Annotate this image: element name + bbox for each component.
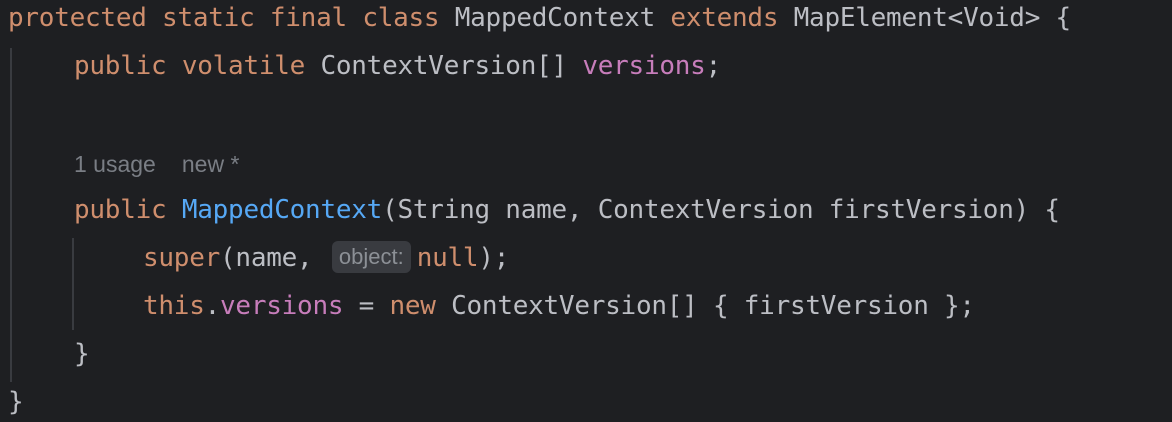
keyword-final: final: [269, 3, 347, 33]
indent-guide-outer: [10, 48, 12, 382]
keyword-extends: extends: [670, 3, 779, 33]
field-name: versions: [582, 51, 706, 81]
code-line-constructor-declaration[interactable]: public MappedContext(String name, Contex…: [74, 190, 1060, 230]
keyword-super: super: [143, 243, 221, 273]
code-line-class-close[interactable]: }: [8, 382, 24, 422]
code-line-field-declaration[interactable]: public volatile ContextVersion[] version…: [74, 46, 721, 86]
keyword-new: new: [389, 291, 436, 321]
keyword-volatile: volatile: [181, 51, 306, 81]
super-args-end: );: [478, 243, 510, 273]
array-initializer: ContextVersion[] { firstVersion };: [435, 291, 975, 321]
field-reference: versions: [220, 291, 344, 321]
close-brace: }: [8, 387, 24, 417]
keyword-class: class: [362, 3, 440, 33]
code-line-super-call[interactable]: super(name, object: null);: [143, 238, 509, 278]
keyword-protected: protected: [8, 3, 147, 33]
usages-hint[interactable]: 1 usage: [74, 151, 156, 177]
keyword-this: this: [143, 291, 205, 321]
constructor-name: MappedContext: [181, 195, 383, 225]
constructor-params: (String name, ContextVersion firstVersio…: [382, 195, 1060, 225]
super-args-start: (name,: [220, 243, 313, 273]
field-type: ContextVersion[]: [320, 51, 567, 81]
indent-guide-inner: [72, 238, 74, 330]
semicolon: ;: [705, 51, 722, 81]
assign-operator: =: [343, 291, 390, 321]
dot: .: [204, 291, 221, 321]
code-line-field-assignment[interactable]: this.versions = new ContextVersion[] { f…: [143, 286, 975, 326]
keyword-public: public: [74, 51, 167, 81]
parameter-inlay-hint: object:: [331, 241, 411, 273]
code-line-class-declaration[interactable]: protected static final class MappedConte…: [8, 0, 1071, 38]
keyword-null: null: [416, 243, 479, 273]
class-name: MappedContext: [454, 3, 656, 33]
keyword-public: public: [74, 195, 167, 225]
keyword-static: static: [162, 3, 255, 33]
code-line-constructor-close[interactable]: }: [74, 334, 90, 374]
open-brace: {: [1055, 3, 1072, 33]
code-vision-hints: 1 usage new *: [74, 144, 239, 184]
code-editor[interactable]: protected static final class MappedConte…: [0, 0, 1172, 422]
author-hint[interactable]: new *: [182, 151, 240, 177]
parent-class: MapElement<Void>: [793, 3, 1041, 33]
close-brace: }: [74, 339, 90, 369]
